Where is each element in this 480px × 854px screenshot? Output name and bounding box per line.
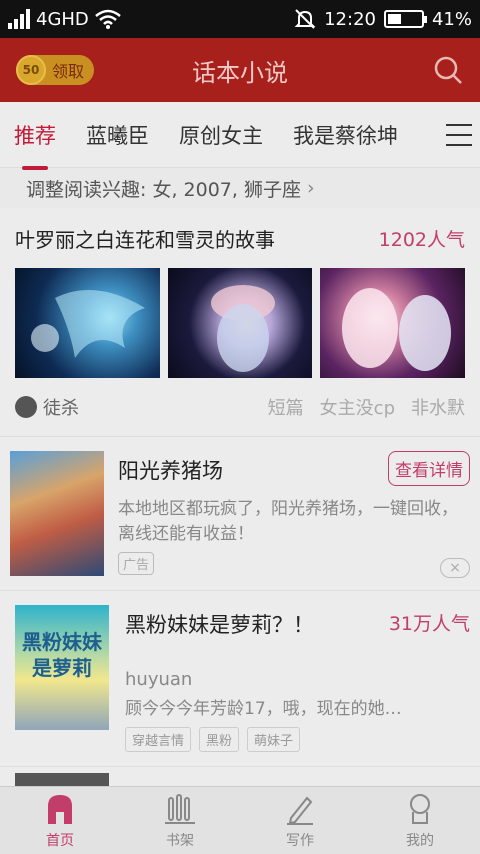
book-tag: 黑粉 (199, 727, 240, 752)
book-cover-image: 黑粉妹妹是萝莉 (15, 605, 109, 730)
category-tabs: 推荐 蓝曦臣 原创女主 我是蔡徐坤 (0, 102, 480, 170)
book-tag: 穿越言情 (125, 727, 192, 752)
featured-author: 徒杀 (43, 398, 79, 419)
featured-image[interactable] (320, 268, 466, 378)
reading-interest-link[interactable]: 调整阅读兴趣: 女, 2007, 狮子座 › (0, 168, 480, 208)
book-item[interactable]: 黑粉妹妹是萝莉 黑粉妹妹是萝莉？！ 31万人气 huyuan 顾今今今年芳龄17… (0, 591, 480, 766)
book-tag: 萌妹子 (247, 727, 301, 752)
nav-write[interactable]: 写作 (240, 787, 360, 854)
featured-popularity: 1202人气 (378, 228, 465, 251)
nav-bookshelf[interactable]: 书架 (120, 787, 240, 854)
ad-badge: 广告 (118, 552, 155, 576)
claim-label: 领取 (52, 62, 85, 81)
featured-tag: 非水默 (411, 398, 465, 419)
coin-icon: 50 (16, 55, 46, 85)
author-avatar (15, 396, 37, 418)
bookshelf-icon (165, 793, 195, 824)
clock: 12:20 (324, 8, 376, 30)
tab-original-heroine[interactable]: 原创女主 (179, 120, 263, 150)
ad-cover-image (10, 451, 104, 576)
book-popularity: 31万人气 (388, 613, 470, 635)
featured-image[interactable] (167, 268, 313, 378)
battery-percent: 41% (431, 8, 472, 30)
tab-lanxichen[interactable]: 蓝曦臣 (86, 120, 149, 150)
wifi-icon (94, 9, 121, 29)
signal-icon (8, 9, 30, 29)
featured-story[interactable]: 叶罗丽之白连花和雪灵的故事 1202人气 徒杀 短篇 女主没cp 非水默 (0, 208, 480, 436)
chevron-right-icon: › (306, 177, 315, 199)
featured-tag: 短篇 (267, 398, 304, 419)
mute-notification-icon (294, 9, 316, 29)
search-icon[interactable] (432, 54, 464, 86)
battery-icon (383, 10, 427, 28)
featured-tag: 女主没cp (319, 398, 395, 419)
featured-title: 叶罗丽之白连花和雪灵的故事 (15, 227, 275, 252)
tab-recommend[interactable]: 推荐 (14, 120, 56, 170)
nav-home[interactable]: 首页 (0, 787, 120, 854)
tab-caixukun[interactable]: 我是蔡徐坤 (293, 120, 398, 150)
close-ad-button[interactable]: × (440, 558, 470, 578)
pen-icon (287, 796, 313, 825)
book-author: huyuan (125, 669, 193, 690)
ad-item[interactable]: 阳光养猪场 查看详情 本地地区都玩疯了，阳光养猪场，一键回收，离线还能有收益！ … (0, 437, 480, 590)
home-icon (48, 794, 72, 824)
app-header: 50 领取 话本小说 (0, 38, 480, 102)
interest-text: 调整阅读兴趣: 女, 2007, 狮子座 (26, 178, 301, 201)
bottom-navigation: 首页 书架 写作 我的 (0, 786, 480, 854)
status-bar: 4GHD 12:20 41% (0, 0, 480, 38)
featured-image[interactable] (15, 268, 160, 378)
user-icon (410, 793, 430, 824)
menu-icon[interactable] (446, 124, 472, 146)
book-summary: 顾今今今年芳龄17，哦，现在的她… (125, 699, 402, 719)
view-details-button[interactable]: 查看详情 (388, 451, 470, 486)
network-label: 4GHD (36, 8, 89, 30)
nav-mine[interactable]: 我的 (360, 787, 480, 854)
ad-description: 本地地区都玩疯了，阳光养猪场，一键回收，离线还能有收益！ (118, 499, 458, 544)
claim-coins-button[interactable]: 50 领取 (16, 55, 95, 85)
